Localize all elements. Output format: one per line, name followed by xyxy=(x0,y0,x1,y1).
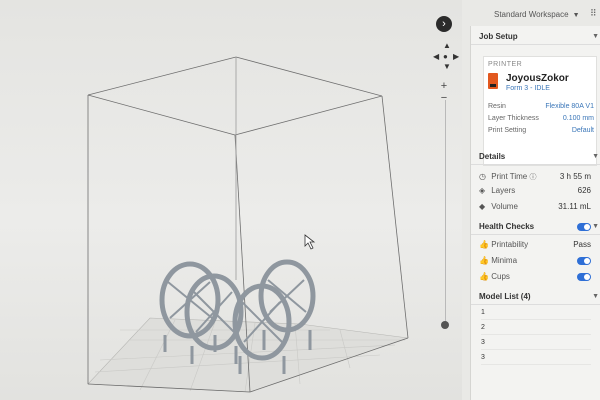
details-header[interactable]: Details ▼ xyxy=(471,150,600,165)
chevron-down-icon: ▼ xyxy=(592,223,599,230)
thumbs-up-icon: 👍 xyxy=(479,272,489,281)
clock-icon: ◷ xyxy=(479,172,486,181)
mouse-cursor xyxy=(304,234,316,250)
layer-slider-handle[interactable] xyxy=(441,321,449,329)
3d-viewport[interactable]: › ▲ ◀ ● ▶ ▼ + − xyxy=(0,0,462,400)
arrow-left-icon[interactable]: ◀ xyxy=(433,52,439,61)
print-setting-row[interactable]: Print Setting Default xyxy=(488,127,594,134)
arrow-up-icon[interactable]: ▲ xyxy=(443,41,451,50)
details-title: Details xyxy=(479,152,506,161)
health-check-label: Printability xyxy=(491,240,529,249)
chevron-down-icon: ▼ xyxy=(592,293,599,300)
arrow-right-icon[interactable]: ▶ xyxy=(453,52,459,61)
zoom-in-button[interactable]: + xyxy=(438,80,450,92)
view-center-icon[interactable]: ● xyxy=(443,52,448,61)
job-setup-title: Job Setup xyxy=(479,32,518,41)
health-checks-header[interactable]: Health Checks ▼ xyxy=(471,220,600,235)
info-icon[interactable]: ⓘ xyxy=(529,174,536,181)
job-setup-header[interactable]: Job Setup ▼ xyxy=(471,30,600,45)
workspace-label: Standard Workspace xyxy=(494,10,569,19)
print-time-value: 3 h 55 m xyxy=(559,172,591,181)
cups-toggle[interactable] xyxy=(577,273,591,281)
resin-value[interactable]: Flexible 80A V1 xyxy=(545,103,594,110)
model-list-item[interactable]: 2 xyxy=(481,321,591,335)
model-list-title: Model List (4) xyxy=(479,292,531,301)
layer-thickness-value[interactable]: 0.100 mm xyxy=(563,115,594,122)
volume-value: 31.11 mL xyxy=(558,202,591,211)
layers-label: Layers xyxy=(491,186,516,195)
printer-heading: PRINTER xyxy=(488,61,523,68)
chevron-down-icon: ▼ xyxy=(592,153,599,160)
resin-label: Resin xyxy=(488,103,506,110)
arrow-down-icon[interactable]: ▼ xyxy=(443,62,451,71)
print-setting-value[interactable]: Default xyxy=(572,127,594,134)
drag-handle-icon[interactable]: ⠿ xyxy=(590,8,597,19)
health-check-label: Cups xyxy=(491,272,510,281)
health-check-label: Minima xyxy=(491,256,518,265)
chevron-down-icon: ▼ xyxy=(572,12,580,19)
printer-icon xyxy=(488,73,498,89)
droplet-icon: ◆ xyxy=(479,202,486,211)
model-list-item[interactable]: 3 xyxy=(481,336,591,350)
build-volume-view[interactable] xyxy=(0,0,462,400)
minima-toggle[interactable] xyxy=(577,257,591,265)
health-check-minima[interactable]: 👍 Minima xyxy=(479,254,595,268)
layers-value: 626 xyxy=(577,186,591,195)
job-panel: Job Setup ▼ PRINTER JoyousZokor Form 3 -… xyxy=(470,26,600,400)
zoom-out-button[interactable]: − xyxy=(438,92,450,104)
resin-row[interactable]: Resin Flexible 80A V1 xyxy=(488,103,594,110)
health-check-printability[interactable]: 👍 Printability Pass xyxy=(479,238,595,252)
health-check-value: Pass xyxy=(573,240,591,249)
print-time-row: ◷ Print Time ⓘ 3 h 55 m xyxy=(479,170,595,184)
thumbs-up-icon: 👍 xyxy=(479,240,489,249)
layer-thickness-row[interactable]: Layer Thickness 0.100 mm xyxy=(488,115,594,122)
print-setting-label: Print Setting xyxy=(488,127,527,134)
printer-status: Form 3 - IDLE xyxy=(506,85,550,92)
health-check-cups[interactable]: 👍 Cups xyxy=(479,270,595,284)
model-list-item[interactable]: 1 xyxy=(481,306,591,320)
workspace-dropdown[interactable]: Standard Workspace ▼ xyxy=(494,10,580,19)
thumbs-up-icon: 👍 xyxy=(479,256,489,265)
printer-name: JoyousZokor xyxy=(506,73,569,84)
layers-row: ◈ Layers 626 xyxy=(479,184,595,198)
health-checks-toggle[interactable] xyxy=(577,223,591,231)
chevron-down-icon: ▼ xyxy=(592,33,599,40)
volume-row: ◆ Volume 31.11 mL xyxy=(479,200,595,214)
view-orientation-control[interactable]: ▲ ◀ ● ▶ ▼ xyxy=(433,41,459,71)
health-checks-title: Health Checks xyxy=(479,222,535,231)
volume-label: Volume xyxy=(491,202,518,211)
app-window: › ▲ ◀ ● ▶ ▼ + − Standard Workspace ▼ ⠿ Jo… xyxy=(0,0,600,400)
layer-thickness-label: Layer Thickness xyxy=(488,115,539,122)
layer-slider-track[interactable] xyxy=(445,100,446,326)
print-time-label: Print Time xyxy=(491,172,528,181)
collapse-panel-button[interactable]: › xyxy=(436,16,452,32)
model-list-item[interactable]: 3 xyxy=(481,351,591,365)
model-list-header[interactable]: Model List (4) ▼ xyxy=(471,290,600,305)
layers-icon: ◈ xyxy=(479,186,486,195)
